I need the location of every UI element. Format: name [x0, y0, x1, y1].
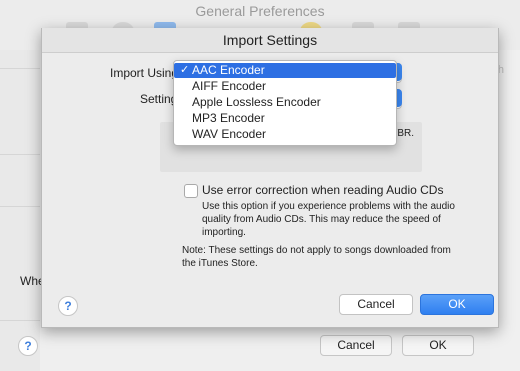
menu-item-aac-encoder[interactable]: ✓ AAC Encoder — [174, 63, 396, 78]
menu-item-label: WAV Encoder — [192, 127, 267, 141]
menu-item-aiff-encoder[interactable]: AIFF Encoder — [174, 79, 396, 94]
help-button[interactable]: ? — [58, 296, 78, 316]
cancel-button[interactable]: Cancel — [339, 294, 413, 315]
itunes-store-note: Note: These settings do not apply to son… — [182, 245, 451, 269]
menu-item-mp3-encoder[interactable]: MP3 Encoder — [174, 111, 396, 126]
menu-item-label: AIFF Encoder — [192, 79, 267, 93]
menu-item-label: MP3 Encoder — [192, 111, 265, 125]
ok-button[interactable]: OK — [420, 294, 494, 315]
help-button[interactable]: ? — [18, 336, 38, 356]
menu-item-apple-lossless-encoder[interactable]: Apple Lossless Encoder — [174, 95, 396, 110]
side-strip — [0, 50, 40, 371]
import-using-label: Import Using — [110, 66, 179, 80]
encoder-dropdown-menu: ✓ AAC Encoder AIFF Encoder Apple Lossles… — [173, 60, 397, 146]
setting-label: Setting — [140, 92, 178, 106]
menu-item-label: AAC Encoder — [192, 63, 265, 77]
error-correction-description: Use this option if you experience proble… — [202, 201, 455, 238]
menu-item-label: Apple Lossless Encoder — [192, 95, 321, 109]
sheet-title: Import Settings — [42, 28, 498, 53]
error-correction-label[interactable]: Use error correction when reading Audio … — [202, 183, 443, 197]
ok-button[interactable]: OK — [402, 335, 474, 356]
divider — [0, 68, 40, 69]
checkmark-icon: ✓ — [180, 64, 190, 76]
error-correction-checkbox[interactable] — [184, 184, 198, 198]
menu-item-wav-encoder[interactable]: WAV Encoder — [174, 127, 396, 142]
cancel-button[interactable]: Cancel — [320, 335, 392, 356]
divider — [0, 320, 40, 321]
divider — [0, 206, 40, 207]
divider — [0, 154, 40, 155]
